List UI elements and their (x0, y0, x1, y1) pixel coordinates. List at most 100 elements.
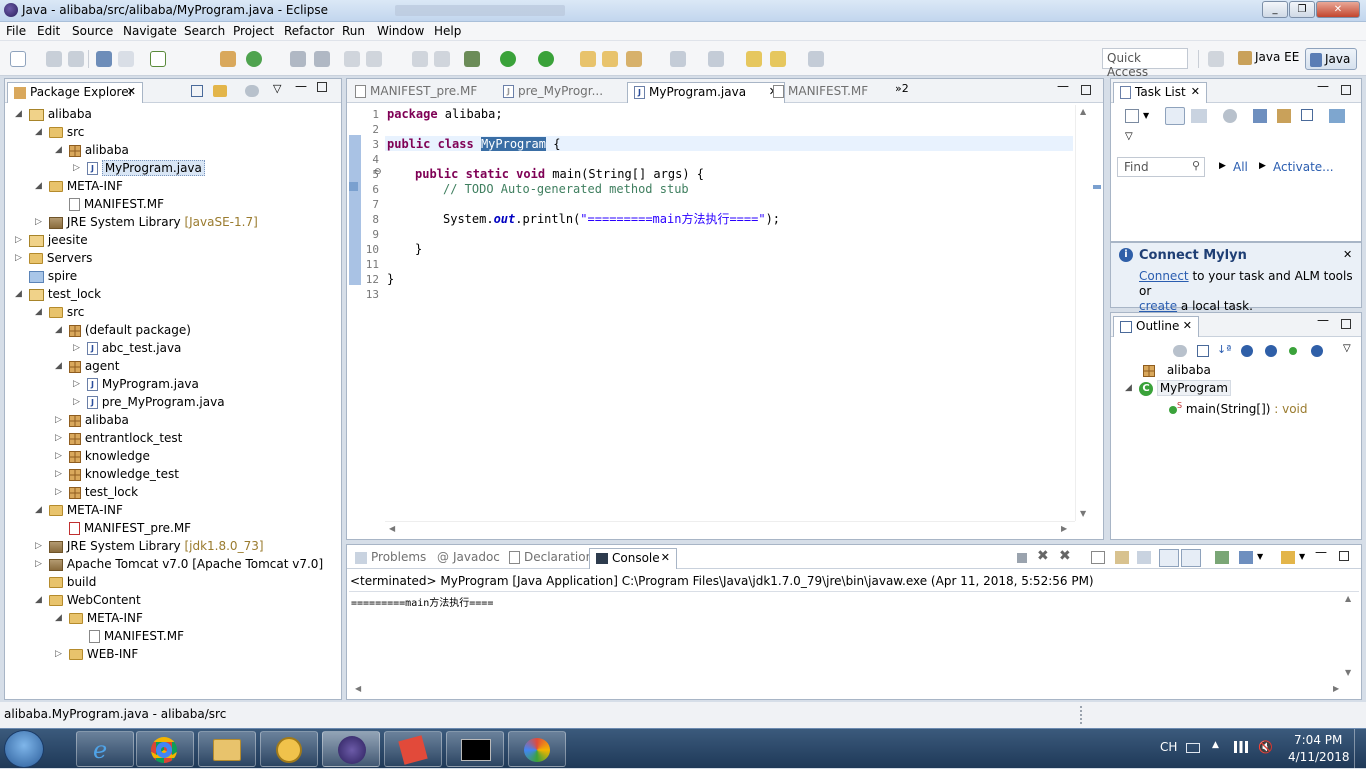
menu-navigate[interactable]: Navigate (123, 24, 177, 38)
open-perspective-icon[interactable] (1208, 51, 1224, 67)
hide-nonpublic-icon[interactable] (1289, 347, 1297, 355)
editor-vertical-scrollbar[interactable]: ▲ ▼ (1075, 105, 1091, 521)
view-menu-icon[interactable]: ▽ (1125, 131, 1133, 142)
code-area[interactable]: package alibaba; public class MyProgram … (385, 105, 1073, 515)
taskbar-explorer[interactable] (198, 731, 256, 767)
menu-window[interactable]: Window (377, 24, 424, 38)
close-icon[interactable]: ✕ (1183, 319, 1192, 332)
scroll-down-arrow[interactable]: ▼ (1345, 668, 1351, 677)
collapse-all-icon[interactable] (1301, 109, 1313, 121)
new-java-package-icon[interactable] (220, 51, 236, 67)
tab-outline[interactable]: Outline ✕ (1113, 316, 1199, 337)
tree-row[interactable]: ▷ WEB-INF (55, 645, 138, 663)
close-button[interactable]: ✕ (1316, 1, 1360, 18)
tree-row[interactable]: ◢ src (35, 303, 84, 321)
taskbar-outlook[interactable] (260, 731, 318, 767)
task-icon[interactable] (150, 51, 166, 67)
tree-row[interactable]: ▷ JRE System Library [jdk1.8.0_73] (35, 537, 264, 555)
menu-project[interactable]: Project (233, 24, 274, 38)
network-icon[interactable] (1234, 741, 1248, 753)
tree-row[interactable]: ◢ META-INF (55, 609, 143, 627)
maximize-view-icon[interactable] (317, 82, 327, 92)
scroll-right-arrow[interactable]: ▶ (1333, 684, 1339, 693)
focus-icon[interactable] (1277, 109, 1291, 123)
all-link[interactable]: All (1233, 160, 1248, 174)
open-folder-icon[interactable] (580, 51, 596, 67)
tab-manifest[interactable]: MANIFEST.MF (767, 82, 874, 103)
minimize-view-icon[interactable]: — (1317, 79, 1329, 93)
debug-icon[interactable] (464, 51, 480, 67)
taskbar-paint[interactable] (508, 731, 566, 767)
new-icon[interactable] (10, 51, 26, 67)
tree-row[interactable]: ▷ J pre_MyProgram.java (73, 393, 225, 411)
show-on-output-icon[interactable] (1159, 549, 1179, 567)
scroll-left-arrow[interactable]: ◀ (355, 684, 361, 693)
minimize-view-icon[interactable]: — (1057, 79, 1069, 93)
open-type-icon[interactable] (290, 51, 306, 67)
maximize-view-icon[interactable] (1339, 551, 1349, 561)
create-link[interactable]: create (1139, 299, 1177, 313)
menu-file[interactable]: File (6, 24, 26, 38)
menu-search[interactable]: Search (184, 24, 225, 38)
sync-icon[interactable] (1329, 109, 1345, 123)
taskbar-eclipse[interactable] (322, 731, 380, 767)
hide-completed-icon[interactable] (1253, 109, 1267, 123)
tab-javadoc[interactable]: @ Javadoc (431, 548, 506, 569)
taskbar-chrome[interactable] (136, 731, 194, 767)
print-icon[interactable] (118, 51, 134, 67)
clock-time[interactable]: 7:04 PM (1294, 733, 1342, 747)
scroll-lock-icon[interactable] (1115, 551, 1129, 564)
scroll-right-arrow[interactable]: ▶ (1061, 524, 1067, 533)
hide-static-icon[interactable] (1265, 345, 1277, 357)
toggle-icon[interactable] (366, 51, 382, 67)
tree-row[interactable]: ◢ agent (55, 357, 120, 375)
dropdown-arrow-icon[interactable]: ▼ (1143, 111, 1149, 120)
collapse-all-icon[interactable] (191, 85, 203, 97)
perspective-java[interactable]: Java (1305, 48, 1357, 70)
clear-console-icon[interactable] (1091, 551, 1105, 564)
tab-declaration[interactable]: Declaration (503, 548, 599, 569)
scroll-down-arrow[interactable]: ▼ (1080, 509, 1086, 518)
close-icon[interactable]: ✕ (127, 85, 136, 98)
editor-horizontal-scrollbar[interactable]: ◀ ▶ (385, 521, 1075, 537)
outline-class[interactable]: ◢ C MyProgram (1125, 379, 1231, 397)
run-external-icon[interactable] (538, 51, 554, 67)
remove-all-icon[interactable]: ✖ (1059, 548, 1071, 564)
tree-row[interactable]: ▷ Servers (15, 249, 92, 267)
tab-task-list[interactable]: Task List ✕ (1113, 82, 1207, 103)
scroll-up-arrow[interactable]: ▲ (1345, 594, 1351, 603)
volume-icon[interactable]: 🔇 (1258, 740, 1273, 754)
tab-myprogram-java[interactable]: JMyProgram.java✕ (627, 82, 785, 103)
search-icon[interactable] (314, 51, 330, 67)
show-desktop-button[interactable] (1354, 729, 1366, 769)
maximize-view-icon[interactable] (1341, 319, 1351, 329)
tree-row[interactable]: MANIFEST.MF (69, 195, 164, 213)
close-icon[interactable]: ✕ (1343, 248, 1352, 261)
perspective-javaee[interactable]: Java EE (1238, 50, 1299, 65)
show-on-error-icon[interactable] (1181, 549, 1201, 567)
filter-icon[interactable] (1173, 345, 1187, 357)
prev-annotation-icon[interactable] (708, 51, 724, 67)
collapse-all-icon[interactable] (1197, 345, 1209, 357)
menu-edit[interactable]: Edit (37, 24, 60, 38)
annotation-icon[interactable] (344, 51, 360, 67)
filter-icon[interactable] (245, 85, 259, 97)
tab-manifest-pre[interactable]: MANIFEST_pre.MF (349, 82, 483, 103)
minimize-view-icon[interactable]: — (1315, 545, 1327, 559)
fold-collapse-icon[interactable]: ⊖ (374, 167, 382, 177)
dropdown-arrow-icon[interactable]: ▼ (1299, 552, 1305, 561)
overview-marker[interactable] (1093, 185, 1101, 189)
maximize-view-icon[interactable] (1081, 85, 1091, 95)
tree-row[interactable]: ◢ alibaba (55, 141, 129, 159)
open-project-icon[interactable] (602, 51, 618, 67)
minimize-view-icon[interactable]: — (1317, 313, 1329, 327)
outline-method[interactable]: S main(String[]) : void (1169, 397, 1308, 416)
tree-row[interactable]: ◢ META-INF (35, 177, 123, 195)
scroll-up-arrow[interactable]: ▲ (1080, 107, 1086, 116)
tab-overflow[interactable]: »2 (895, 82, 909, 95)
tree-row[interactable]: ▷ knowledge_test (55, 465, 179, 483)
tree-row[interactable]: ▷ entrantlock_test (55, 429, 182, 447)
start-button[interactable] (4, 730, 44, 768)
scroll-left-arrow[interactable]: ◀ (389, 524, 395, 533)
remove-launch-icon[interactable]: ✖ (1037, 548, 1049, 564)
